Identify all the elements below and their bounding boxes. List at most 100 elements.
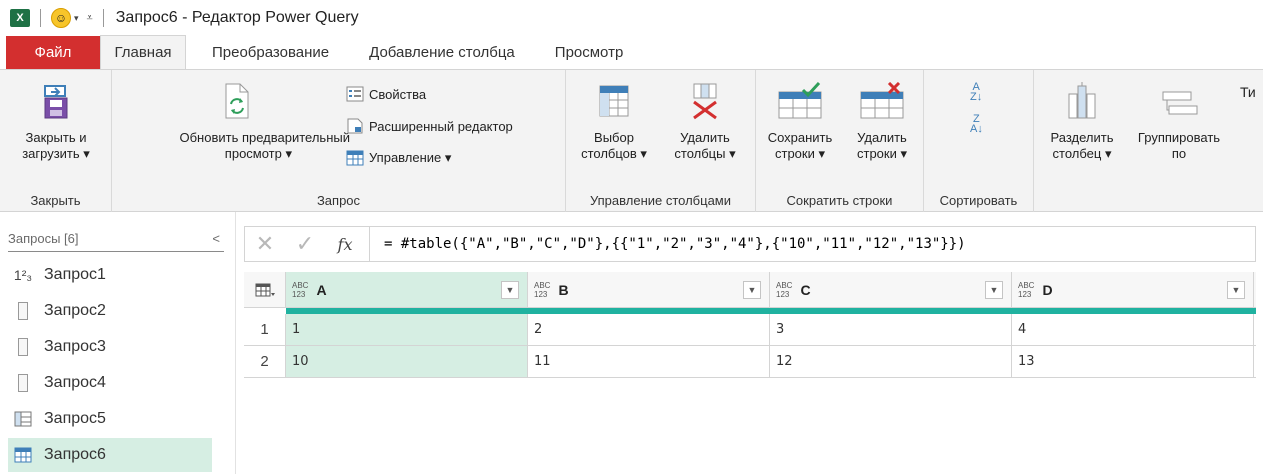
query-item[interactable]: Запрос5 <box>8 402 212 436</box>
group-by-label-2: по <box>1171 146 1187 161</box>
refresh-label-2: просмотр ▾ <box>224 146 292 161</box>
query-item-label: Запрос3 <box>44 338 106 355</box>
tab-view[interactable]: Просмотр <box>541 36 638 69</box>
any-type-icon[interactable]: ABC 123 <box>1018 281 1034 299</box>
quick-access-menu-icon[interactable]: ⩡ <box>87 12 93 25</box>
sort-ascending-icon[interactable]: A Z↓ <box>970 82 982 103</box>
formula-input[interactable]: = #table({"A","B","C","D"},{{"1","2","3"… <box>384 236 966 252</box>
tab-add-column[interactable]: Добавление столбца <box>355 36 529 69</box>
split-column-icon <box>1068 82 1096 119</box>
table-query-icon <box>14 411 32 427</box>
divider <box>40 9 41 27</box>
group-manage-columns: Выбор столбцов ▾ Удалить столбцы ▾ Управ… <box>566 70 756 212</box>
query-item[interactable]: Запрос3 <box>8 330 212 364</box>
window-title: Запрос6 - Редактор Power Query <box>115 9 359 26</box>
table-cell[interactable]: 1 <box>286 314 528 345</box>
advanced-editor-button[interactable]: Расширенный редактор <box>346 118 513 134</box>
any-type-icon[interactable]: ABC 123 <box>534 281 550 299</box>
table-cell[interactable]: 13 <box>1012 346 1254 377</box>
any-type-icon[interactable]: ABC 123 <box>292 281 308 299</box>
properties-button[interactable]: Свойства <box>346 86 426 102</box>
table-cell[interactable]: 10 <box>286 346 528 377</box>
close-load-button[interactable]: Закрыть и загрузить ▾ <box>0 82 112 162</box>
choose-columns-label-2: столбцов ▾ <box>581 146 647 161</box>
properties-icon <box>346 86 364 102</box>
feedback-smiley-icon[interactable]: ☺ <box>51 8 71 28</box>
column-header-a[interactable]: ABC 123 A ▼ <box>286 272 528 307</box>
table-cell[interactable]: 11 <box>528 346 770 377</box>
table-menu-icon[interactable] <box>244 272 286 307</box>
manage-button[interactable]: Управление ▾ <box>346 150 451 166</box>
row-number: 1 <box>244 314 286 345</box>
data-type-label[interactable]: Ти <box>1240 84 1256 100</box>
query-item[interactable]: Запрос4 <box>8 366 212 400</box>
split-column-label-2: столбец ▾ <box>1052 146 1112 161</box>
tab-file[interactable]: Файл <box>6 36 100 69</box>
any-type-icon[interactable]: ABC 123 <box>776 281 792 299</box>
group-query-label: Запрос <box>316 193 361 208</box>
table-cell[interactable]: 12 <box>770 346 1012 377</box>
column-header-d[interactable]: ABC 123 D ▼ <box>1012 272 1254 307</box>
fx-icon[interactable]: fx <box>325 235 365 254</box>
keep-rows-button[interactable]: Сохранить строки ▾ <box>760 81 840 162</box>
column-filter-dropdown[interactable]: ▼ <box>501 280 519 299</box>
sort-descending-icon[interactable]: Z A↓ <box>970 114 983 135</box>
tab-transform[interactable]: Преобразование <box>198 36 343 69</box>
remove-columns-icon <box>693 83 717 120</box>
query-item-label: Запрос2 <box>44 302 106 319</box>
group-close-label: Закрыть <box>30 193 81 208</box>
choose-columns-icon <box>599 85 629 117</box>
column-filter-dropdown[interactable]: ▼ <box>1227 280 1245 299</box>
queries-header-label: Запросы [6] <box>8 231 79 246</box>
query-item-selected[interactable]: Запрос6 <box>8 438 212 472</box>
query-item-label: Запрос1 <box>44 266 106 283</box>
save-close-icon <box>44 85 68 119</box>
title-bar: X ☺ ▾ ⩡ Запрос6 - Редактор Power Query <box>0 0 1263 36</box>
remove-rows-icon <box>860 81 904 119</box>
query-item-label: Запрос5 <box>44 410 106 427</box>
formula-bar: ✕ ✓ fx = #table({"A","B","C","D"},{{"1",… <box>244 226 1256 262</box>
keep-rows-icon <box>778 81 822 119</box>
group-close: Закрыть и загрузить ▾ Закрыть <box>0 70 112 212</box>
keep-rows-label-1: Сохранить <box>767 130 833 145</box>
column-header-c[interactable]: ABC 123 C ▼ <box>770 272 1012 307</box>
query-item[interactable]: 1²₃ Запрос1 <box>8 258 212 292</box>
remove-columns-label-1: Удалить <box>680 130 730 145</box>
divider <box>369 227 370 261</box>
commit-formula-button[interactable]: ✓ <box>285 231 325 257</box>
collapse-pane-icon[interactable]: < <box>212 231 220 246</box>
query-item[interactable]: Запрос2 <box>8 294 212 328</box>
table-cell[interactable]: 3 <box>770 314 1012 345</box>
choose-columns-label-1: Выбор <box>594 130 634 145</box>
refresh-icon <box>225 83 249 119</box>
text-query-icon <box>18 302 28 320</box>
refresh-preview-button[interactable]: Обновить предварительный просмотр ▾ <box>122 82 352 162</box>
grid-header-row: ABC 123 A ▼ ABC 123 B ▼ ABC 123 C ▼ ABC 123 … <box>244 272 1256 308</box>
choose-columns-button[interactable]: Выбор столбцов ▾ <box>572 82 656 162</box>
remove-columns-label-2: столбцы ▾ <box>674 146 736 161</box>
table-cell[interactable]: 2 <box>528 314 770 345</box>
column-filter-dropdown[interactable]: ▼ <box>985 280 1003 299</box>
row-number: 2 <box>244 346 286 377</box>
group-reduce-rows-label: Сократить строки <box>786 193 893 208</box>
column-filter-dropdown[interactable]: ▼ <box>743 280 761 299</box>
tab-home[interactable]: Главная <box>100 35 186 69</box>
split-column-button[interactable]: Разделить столбец ▾ <box>1040 82 1124 162</box>
chevron-down-icon[interactable]: ▾ <box>74 13 79 24</box>
remove-rows-button[interactable]: Удалить строки ▾ <box>842 81 922 162</box>
group-by-button[interactable]: Группировать по <box>1126 82 1232 162</box>
column-name: A <box>316 281 327 298</box>
remove-columns-button[interactable]: Удалить столбцы ▾ <box>660 82 750 162</box>
cancel-formula-button[interactable]: ✕ <box>245 231 285 257</box>
table-cell[interactable]: 4 <box>1012 314 1254 345</box>
queries-pane: Запросы [6] < 1²₃ Запрос1 Запрос2 Запрос… <box>0 212 236 474</box>
query-item-label: Запрос4 <box>44 374 106 391</box>
number-icon: 1²₃ <box>13 267 33 283</box>
group-query: Обновить предварительный просмотр ▾ Свой… <box>112 70 566 212</box>
advanced-editor-label: Расширенный редактор <box>369 118 513 134</box>
table-row: 1 1 2 3 4 <box>244 314 1256 346</box>
close-load-label-2: загрузить ▾ <box>22 146 90 161</box>
advanced-editor-icon <box>347 118 363 134</box>
column-name: C <box>800 281 811 298</box>
column-header-b[interactable]: ABC 123 B ▼ <box>528 272 770 307</box>
